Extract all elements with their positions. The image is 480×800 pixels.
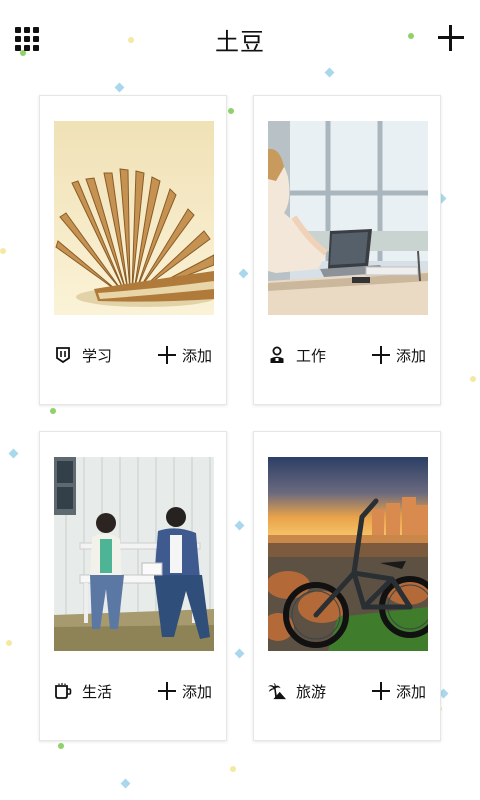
category-label: 生活 xyxy=(82,682,113,701)
confetti-dot xyxy=(6,640,12,646)
person-icon xyxy=(268,346,286,364)
confetti-diamond xyxy=(234,520,245,531)
add-label: 添加 xyxy=(395,346,426,365)
category-label: 学习 xyxy=(82,346,113,365)
palm-tree-icon xyxy=(268,682,286,700)
confetti-diamond xyxy=(238,268,249,279)
category-label: 工作 xyxy=(296,346,327,365)
confetti-dot xyxy=(58,743,64,749)
confetti-diamond xyxy=(120,778,131,789)
app-header: 土豆 xyxy=(0,0,480,78)
confetti-dot xyxy=(470,376,476,382)
bicycle-sunset-photo xyxy=(268,457,428,651)
category-card-travel[interactable]: 旅游 添加 xyxy=(253,431,441,741)
laptop-desk-photo xyxy=(268,121,428,315)
confetti-diamond xyxy=(234,648,245,659)
category-label: 旅游 xyxy=(296,682,327,701)
plus-icon xyxy=(371,346,390,364)
add-label: 添加 xyxy=(181,682,212,701)
cup-icon xyxy=(54,682,72,700)
confetti-diamond xyxy=(114,82,125,93)
category-travel[interactable]: 旅游 xyxy=(268,680,326,702)
plus-icon xyxy=(157,682,176,700)
couple-bench-photo xyxy=(54,457,214,651)
category-card-work[interactable]: 工作 添加 xyxy=(253,95,441,405)
confetti-dot xyxy=(228,108,234,114)
confetti-dot xyxy=(0,248,6,254)
category-card-life[interactable]: 生活 添加 xyxy=(39,431,227,741)
page-title: 土豆 xyxy=(215,28,265,56)
add-button[interactable]: 添加 xyxy=(371,680,426,702)
add-button[interactable]: 添加 xyxy=(157,344,212,366)
category-work[interactable]: 工作 xyxy=(268,344,326,366)
confetti-dot xyxy=(50,408,56,414)
plus-icon xyxy=(371,682,390,700)
category-study[interactable]: 学习 xyxy=(54,344,112,366)
add-label: 添加 xyxy=(395,682,426,701)
notebook-icon xyxy=(54,346,72,364)
confetti-dot xyxy=(230,766,236,772)
plus-icon[interactable] xyxy=(438,25,464,51)
open-book-photo xyxy=(54,121,214,315)
category-card-study[interactable]: 学习 添加 xyxy=(39,95,227,405)
add-label: 添加 xyxy=(181,346,212,365)
plus-icon xyxy=(157,346,176,364)
confetti-diamond xyxy=(8,448,19,459)
add-button[interactable]: 添加 xyxy=(157,680,212,702)
add-button[interactable]: 添加 xyxy=(371,344,426,366)
category-life[interactable]: 生活 xyxy=(54,680,112,702)
